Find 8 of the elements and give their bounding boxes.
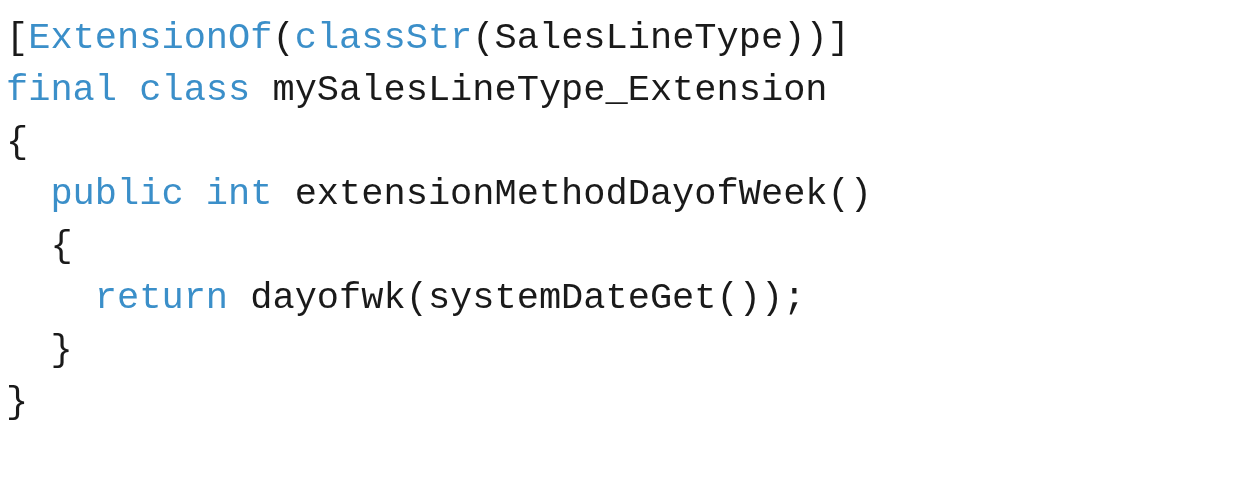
- code-line: final class mySalesLineType_Extension: [6, 68, 828, 113]
- code-line: {: [49, 224, 73, 269]
- code-line: }: [6, 380, 29, 425]
- code-line: [ExtensionOf(classStr(SalesLineType))]: [6, 16, 850, 61]
- code-line: return dayofwk(systemDateGet());: [93, 276, 806, 321]
- code-line: {: [6, 120, 29, 165]
- code-line: }: [49, 328, 73, 373]
- code-line: public int extensionMethodDayofWeek(): [49, 172, 872, 217]
